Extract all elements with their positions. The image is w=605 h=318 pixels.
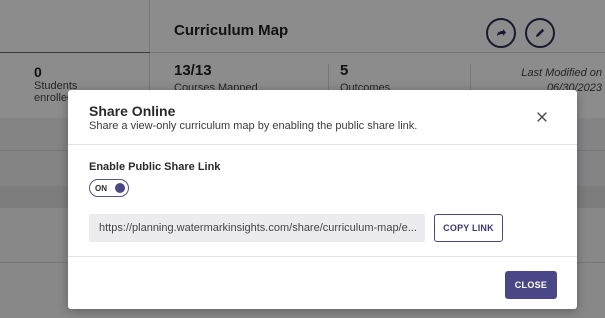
- dialog-header: Share Online Share a view-only curriculu…: [68, 90, 577, 145]
- dialog-title: Share Online: [89, 103, 176, 119]
- close-button[interactable]: CLOSE: [505, 271, 557, 299]
- toggle-knob: [115, 182, 125, 193]
- dialog-footer-divider: [68, 256, 577, 257]
- close-icon: [537, 112, 547, 122]
- public-link-toggle[interactable]: ON: [89, 179, 129, 197]
- copy-link-button[interactable]: COPY LINK: [434, 214, 503, 242]
- toggle-state-label: ON: [95, 183, 107, 193]
- share-online-dialog: Share Online Share a view-only curriculu…: [68, 90, 577, 309]
- public-link-label: Enable Public Share Link: [89, 161, 221, 173]
- close-dialog-button[interactable]: [535, 110, 549, 124]
- share-link-field[interactable]: https://planning.watermarkinsights.com/s…: [89, 214, 425, 242]
- dialog-subtitle: Share a view-only curriculum map by enab…: [89, 120, 418, 132]
